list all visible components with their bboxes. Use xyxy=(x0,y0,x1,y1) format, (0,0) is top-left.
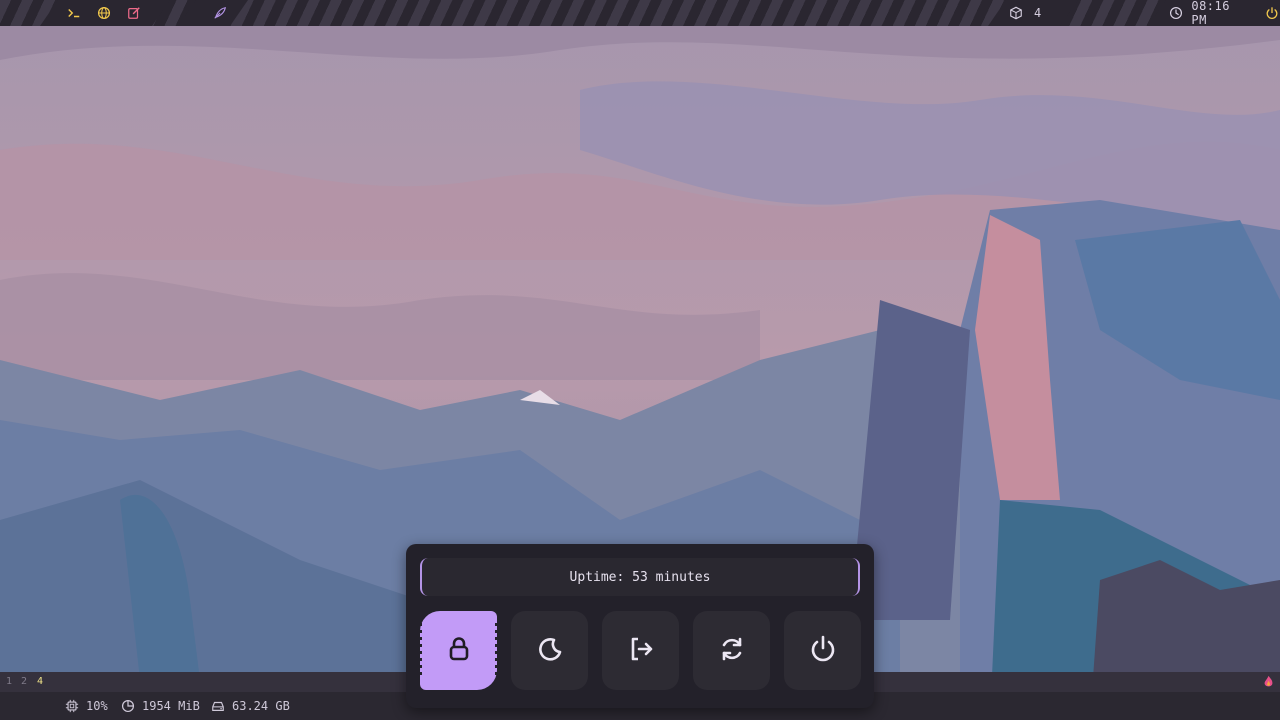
shutdown-button[interactable] xyxy=(784,611,861,690)
edit-icon[interactable] xyxy=(126,5,142,21)
flame-icon xyxy=(1262,675,1275,691)
power-icon xyxy=(807,633,839,669)
terminal-icon[interactable] xyxy=(66,5,82,21)
lock-button-notch-left xyxy=(419,623,422,679)
workspace-2[interactable]: 2 xyxy=(21,676,27,687)
lock-button-notch-right xyxy=(495,623,498,679)
disk-stat: 63.24 GB xyxy=(210,698,290,714)
workspace-4[interactable]: 4 xyxy=(37,676,43,687)
globe-icon[interactable] xyxy=(96,5,112,21)
launcher-module xyxy=(40,0,170,26)
feather-icon[interactable] xyxy=(212,5,228,21)
cpu-value: 10% xyxy=(86,699,108,713)
package-count: 4 xyxy=(1034,6,1042,20)
power-icon[interactable] xyxy=(1265,5,1280,21)
cpu-icon xyxy=(64,698,80,714)
reboot-icon xyxy=(716,633,748,669)
lock-icon xyxy=(443,633,475,669)
clock-module: 08:16 PM xyxy=(1148,0,1280,26)
package-icon xyxy=(1008,5,1024,21)
clock-icon xyxy=(1168,5,1183,21)
uptime-display: Uptime: 53 minutes xyxy=(420,558,860,596)
memory-value: 1954 MiB xyxy=(142,699,200,713)
cpu-stat: 10% xyxy=(64,698,108,714)
power-menu: Uptime: 53 minutes xyxy=(406,544,874,708)
pie-chart-icon xyxy=(120,698,136,714)
hard-drive-icon xyxy=(210,698,226,714)
disk-value: 63.24 GB xyxy=(232,699,290,713)
clock-time[interactable]: 08:16 PM xyxy=(1191,0,1250,26)
lock-button[interactable] xyxy=(419,611,498,690)
memory-stat: 1954 MiB xyxy=(120,698,200,714)
workspace-1[interactable]: 1 xyxy=(6,676,12,687)
logout-icon xyxy=(625,633,657,669)
reboot-button[interactable] xyxy=(693,611,770,690)
sleep-button[interactable] xyxy=(511,611,588,690)
moon-icon xyxy=(534,633,566,669)
logout-button[interactable] xyxy=(602,611,679,690)
uptime-text: Uptime: 53 minutes xyxy=(569,569,711,585)
top-bar: 4 08:16 PM xyxy=(0,0,1280,26)
